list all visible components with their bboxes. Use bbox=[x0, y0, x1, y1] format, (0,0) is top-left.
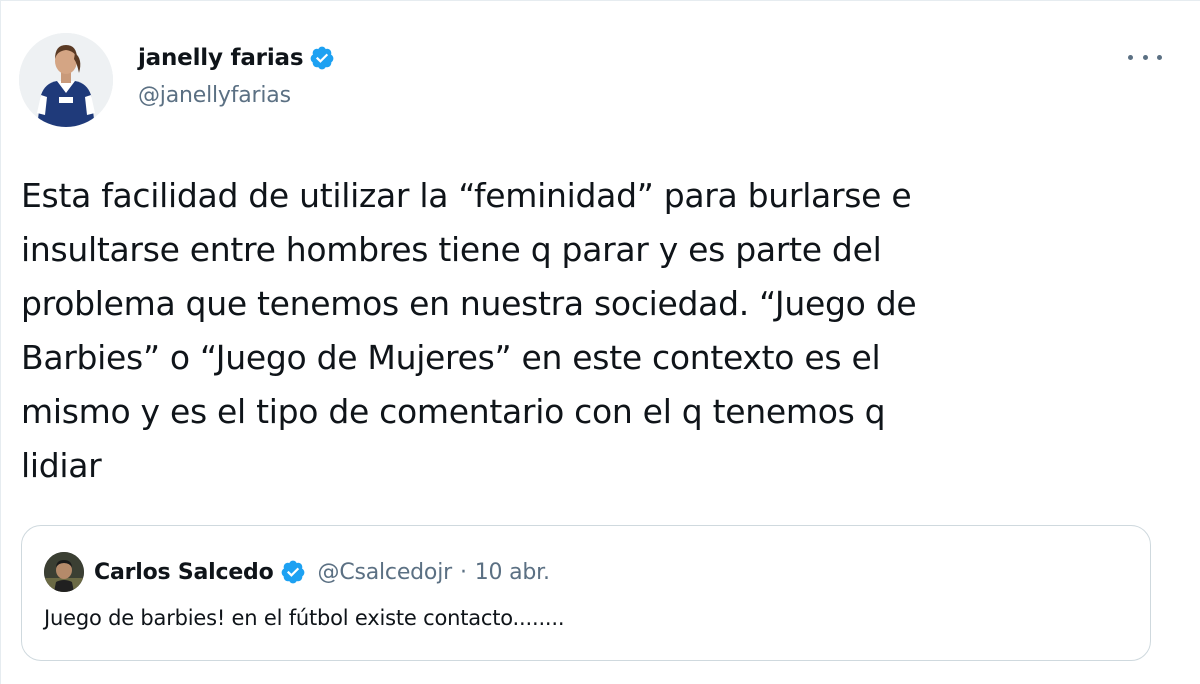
quoted-author-avatar bbox=[44, 552, 84, 592]
quoted-author-handle: @Csalcedojr bbox=[317, 559, 453, 585]
tweet-card: janelly farias @janellyfarias Esta facil… bbox=[0, 0, 1200, 684]
author-avatar[interactable] bbox=[19, 33, 113, 127]
more-dot bbox=[1157, 54, 1162, 60]
more-options-icon[interactable] bbox=[1128, 47, 1162, 67]
more-dot bbox=[1128, 54, 1133, 60]
avatar-image bbox=[19, 33, 113, 127]
separator-dot: · bbox=[459, 559, 467, 585]
quoted-tweet-header: Carlos Salcedo @Csalcedojr · 10 abr. bbox=[94, 554, 550, 590]
quoted-author-name: Carlos Salcedo bbox=[94, 559, 274, 585]
quoted-avatar-image bbox=[44, 552, 84, 592]
quoted-tweet-text: Juego de barbies! en el fútbol existe co… bbox=[44, 606, 565, 630]
author-handle[interactable]: @janellyfarias bbox=[138, 83, 335, 108]
quoted-tweet-date: 10 abr. bbox=[474, 559, 550, 585]
author-block: janelly farias @janellyfarias bbox=[138, 41, 335, 108]
verified-badge-icon bbox=[310, 46, 334, 70]
author-name[interactable]: janelly farias bbox=[138, 45, 304, 71]
quoted-tweet-card[interactable]: Carlos Salcedo @Csalcedojr · 10 abr. Jue… bbox=[21, 525, 1151, 661]
quoted-verified-badge-icon bbox=[281, 560, 304, 584]
tweet-text: Esta facilidad de utilizar la “feminidad… bbox=[21, 176, 917, 485]
more-dot bbox=[1142, 54, 1148, 60]
author-name-row: janelly farias bbox=[138, 41, 335, 75]
